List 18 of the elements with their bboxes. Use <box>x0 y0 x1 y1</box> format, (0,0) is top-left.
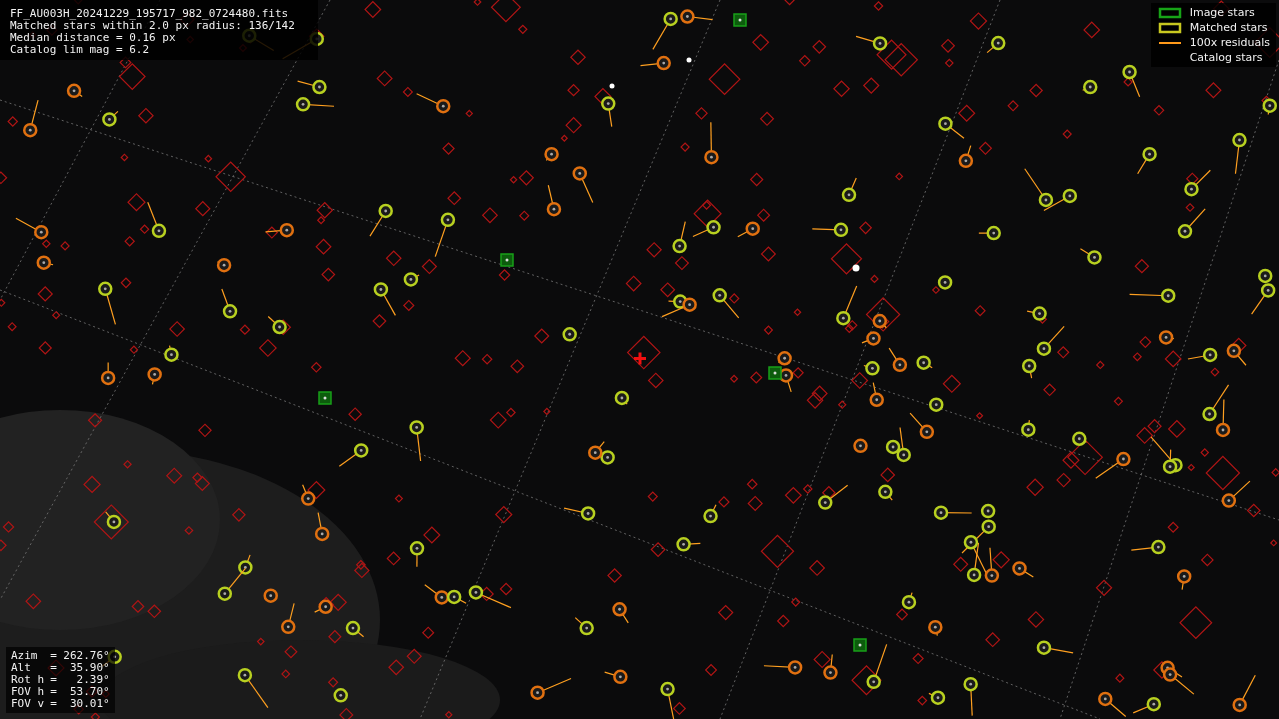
pointing-label: FOV h <box>11 686 45 698</box>
pointing-value: = 30.01° <box>50 698 110 710</box>
info-text: Catalog lim mag = 6.2 <box>10 44 151 56</box>
pointing-label: Rot h <box>11 674 45 686</box>
pointing-label: FOV v <box>11 698 45 710</box>
pointing-label: Alt <box>11 662 32 674</box>
pointing-value: = 35.90° <box>50 662 110 674</box>
pointing-value: = 53.70° <box>50 686 110 698</box>
legend-label: Catalog stars <box>1189 51 1263 64</box>
info-text: FF_AU003H_20241229_195717_982_0724480.fits <box>10 8 290 20</box>
pointing-value: = 262.76° <box>50 650 110 662</box>
info-text: Median distance = 0.16 px <box>10 32 177 44</box>
pointing-value: = 2.39° <box>50 674 110 686</box>
pointing-label: Azim <box>11 650 39 662</box>
info-text: Matched stars within 2.0 px radius: 136/142 <box>10 20 296 32</box>
legend-label: Matched stars <box>1189 21 1268 34</box>
legend-label: 100x residuals <box>1189 36 1270 49</box>
legend-label: Image stars <box>1189 6 1255 19</box>
